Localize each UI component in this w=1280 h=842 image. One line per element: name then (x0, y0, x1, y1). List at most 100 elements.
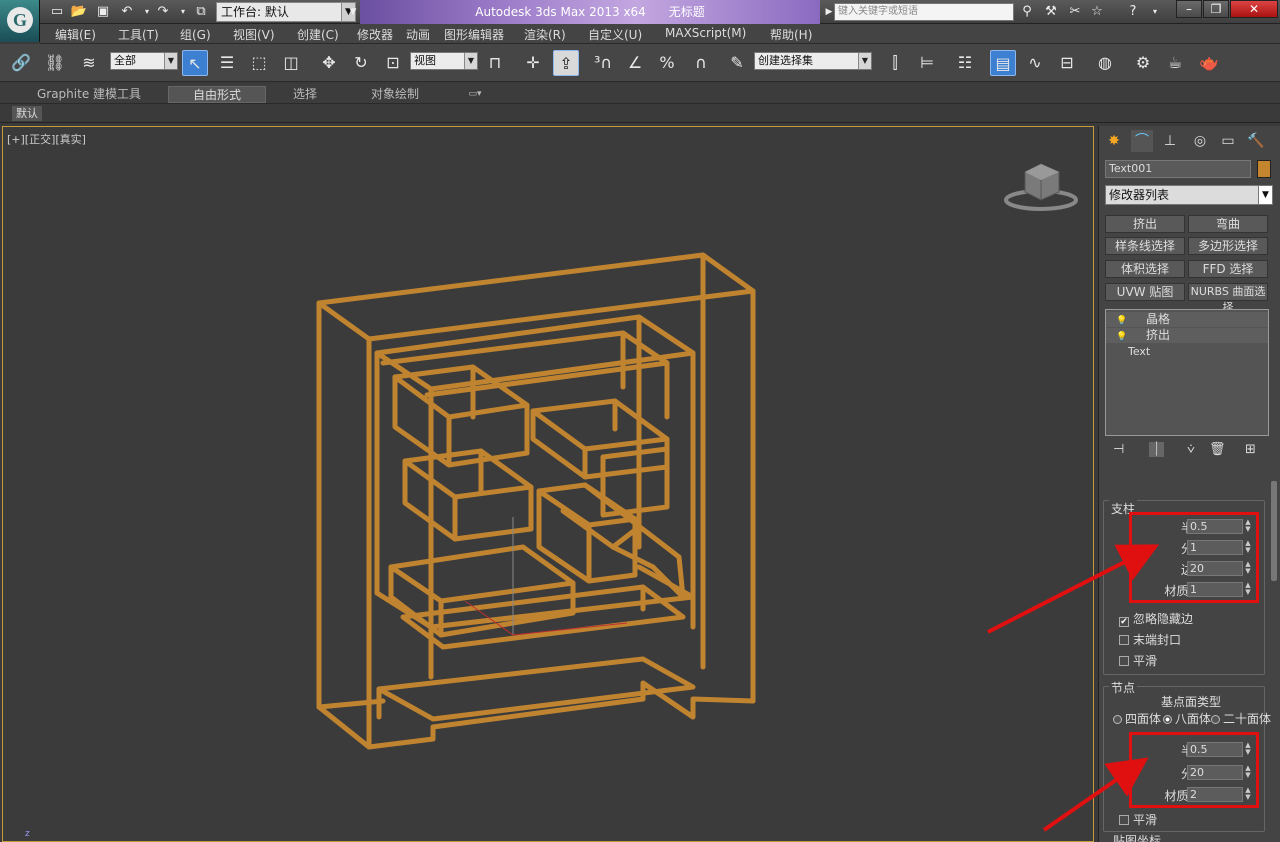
open-file-icon[interactable]: 📂 (70, 3, 88, 21)
create-tab-icon[interactable]: ✸ (1103, 130, 1125, 152)
align-icon[interactable]: ⊨ (914, 50, 940, 76)
rendered-frame-icon[interactable]: ☕ (1162, 50, 1188, 76)
rectangular-selection-icon[interactable]: ⬚ (246, 50, 272, 76)
layer-manager-icon[interactable]: ☷ (952, 50, 978, 76)
window-crossing-icon[interactable]: ◫ (278, 50, 304, 76)
tetra-radio[interactable]: 四面体 (1113, 710, 1161, 727)
tab-graphite-modeling[interactable]: Graphite 建模工具 (24, 86, 154, 103)
menu-edit[interactable]: 编辑(E) (55, 26, 96, 43)
icosa-radio[interactable]: 二十面体 (1211, 710, 1275, 727)
stack-item-lattice[interactable]: 💡 晶格 (1106, 312, 1268, 327)
tab-selection[interactable]: 选择 (280, 86, 330, 103)
selection-filter-dropdown[interactable]: 全部 ▼ (110, 52, 178, 70)
maximize-button[interactable]: ❐ (1203, 0, 1229, 18)
end-caps-checkbox[interactable]: 末端封口 (1119, 631, 1181, 648)
spline-select-button[interactable]: 样条线选择 (1105, 237, 1185, 255)
snaps-toggle-icon[interactable]: ³∩ (590, 50, 616, 76)
viewport-front[interactable]: [+][正交][真实] z (2, 126, 1094, 842)
modifier-stack[interactable]: 💡 晶格 💡 挤出 Text (1105, 309, 1269, 436)
menu-graph-editors[interactable]: 图形编辑器 (444, 26, 504, 43)
stack-item-text[interactable]: Text (1106, 344, 1268, 359)
display-tab-icon[interactable]: ▭ (1217, 130, 1239, 152)
joint-smooth-checkbox[interactable]: 平滑 (1119, 811, 1157, 828)
hierarchy-tab-icon[interactable]: ⊥ (1159, 130, 1181, 152)
select-object-icon[interactable]: ↖ (182, 50, 208, 76)
move-icon[interactable]: ✥ (316, 50, 342, 76)
poly-select-button[interactable]: 多边形选择 (1188, 237, 1268, 255)
tab-freeform[interactable]: 自由形式 (168, 86, 266, 103)
spinner-snap-icon[interactable]: ∩ (688, 50, 714, 76)
extrude-button[interactable]: 挤出 (1105, 215, 1185, 233)
favorites-star-icon[interactable]: ☆ (1088, 3, 1106, 21)
help-icon[interactable]: ? (1124, 3, 1142, 21)
lightbulb-icon[interactable]: 💡 (1116, 314, 1127, 329)
modifier-list-dropdown[interactable]: 修改器列表 ▼ (1105, 185, 1273, 205)
schematic-view-icon[interactable]: ⊟ (1054, 50, 1080, 76)
show-end-result-icon[interactable]: ⏐ (1149, 442, 1165, 457)
communication-icon[interactable]: ✂ (1066, 3, 1084, 21)
workspace-dropdown[interactable]: 工作台: 默认 ▼ (216, 2, 356, 22)
remove-modifier-icon[interactable]: 🗑 (1209, 442, 1226, 457)
select-by-name-icon[interactable]: ☰ (214, 50, 240, 76)
pin-stack-icon[interactable]: ⊣ (1113, 442, 1124, 457)
redo-dropdown-icon[interactable]: ▾ (174, 3, 192, 21)
panel-scrollbar[interactable] (1271, 481, 1277, 581)
bend-button[interactable]: 弯曲 (1188, 215, 1268, 233)
graphite-toggle-icon[interactable]: ▤ (990, 50, 1016, 76)
select-manipulate-icon[interactable]: ✛ (520, 50, 546, 76)
make-unique-icon[interactable]: ⩒ (1187, 442, 1195, 457)
ribbon-options-icon[interactable]: ▭▾ (460, 86, 490, 103)
subscription-icon[interactable]: ⚒ (1042, 3, 1060, 21)
nurbs-surface-select-button[interactable]: NURBS 曲面选择 (1188, 283, 1268, 314)
keyboard-shortcut-override-icon[interactable]: ⇪ (553, 50, 579, 76)
octa-radio[interactable]: 八面体 (1163, 710, 1211, 727)
modify-tab-icon[interactable]: ⌒ (1131, 130, 1153, 152)
pivot-center-icon[interactable]: ⊓ (482, 50, 508, 76)
binoculars-icon[interactable]: ⚲ (1018, 3, 1036, 21)
object-color-swatch[interactable] (1257, 160, 1271, 178)
stack-item-extrude[interactable]: 💡 挤出 (1106, 328, 1268, 343)
tab-object-paint[interactable]: 对象绘制 (350, 86, 440, 103)
menu-rendering[interactable]: 渲染(R) (524, 26, 566, 43)
redo-icon[interactable]: ↷ (154, 3, 172, 21)
rotate-icon[interactable]: ↻ (348, 50, 374, 76)
reference-coord-dropdown[interactable]: 视图 ▼ (410, 52, 478, 70)
menu-customize[interactable]: 自定义(U) (588, 26, 642, 43)
mirror-icon[interactable]: ⫿ (882, 50, 908, 76)
save-icon[interactable]: ▣ (94, 3, 112, 21)
strut-smooth-checkbox[interactable]: 平滑 (1119, 652, 1157, 669)
named-selection-set-dropdown[interactable]: 创建选择集 ▼ (754, 52, 872, 70)
unlink-icon[interactable]: ⛓ (42, 50, 68, 76)
menu-views[interactable]: 视图(V) (233, 26, 275, 43)
menu-maxscript[interactable]: MAXScript(M) (665, 26, 746, 40)
help-dropdown-icon[interactable]: ▾ (1146, 3, 1164, 21)
menu-help[interactable]: 帮助(H) (770, 26, 812, 43)
utilities-tab-icon[interactable]: 🔨 (1245, 130, 1267, 152)
lightbulb-icon[interactable]: 💡 (1116, 330, 1127, 345)
menu-create[interactable]: 创建(C) (297, 26, 339, 43)
menu-animation[interactable]: 动画 (406, 26, 430, 43)
viewport-label[interactable]: [+][正交][真实] (7, 131, 86, 147)
default-panel-label[interactable]: 默认 (12, 106, 42, 121)
menu-tools[interactable]: 工具(T) (118, 26, 159, 43)
viewcube-icon[interactable] (1003, 160, 1083, 212)
curve-editor-icon[interactable]: ∿ (1022, 50, 1048, 76)
menu-modifiers[interactable]: 修改器 (357, 26, 393, 43)
volume-select-button[interactable]: 体积选择 (1105, 260, 1185, 278)
scale-icon[interactable]: ⊡ (380, 50, 406, 76)
ffd-select-button[interactable]: FFD 选择 (1188, 260, 1268, 278)
ignore-hidden-edges-checkbox[interactable]: ✔ 忽略隐藏边 (1119, 610, 1193, 627)
project-folder-icon[interactable]: ⧉ (192, 3, 210, 21)
undo-icon[interactable]: ↶ (118, 3, 136, 21)
app-logo-button[interactable]: G (0, 0, 40, 42)
motion-tab-icon[interactable]: ◎ (1189, 130, 1211, 152)
render-setup-icon[interactable]: ⚙ (1130, 50, 1156, 76)
configure-sets-icon[interactable]: ⊞ (1245, 442, 1256, 457)
new-file-icon[interactable]: ▭ (48, 3, 66, 21)
bind-spacewarp-icon[interactable]: ≋ (76, 50, 102, 76)
link-icon[interactable]: 🔗 (8, 50, 34, 76)
close-button[interactable]: ✕ (1230, 0, 1278, 18)
uvw-map-button[interactable]: UVW 贴图 (1105, 283, 1185, 301)
percent-snap-icon[interactable]: % (654, 50, 680, 76)
minimize-button[interactable]: – (1176, 0, 1202, 18)
